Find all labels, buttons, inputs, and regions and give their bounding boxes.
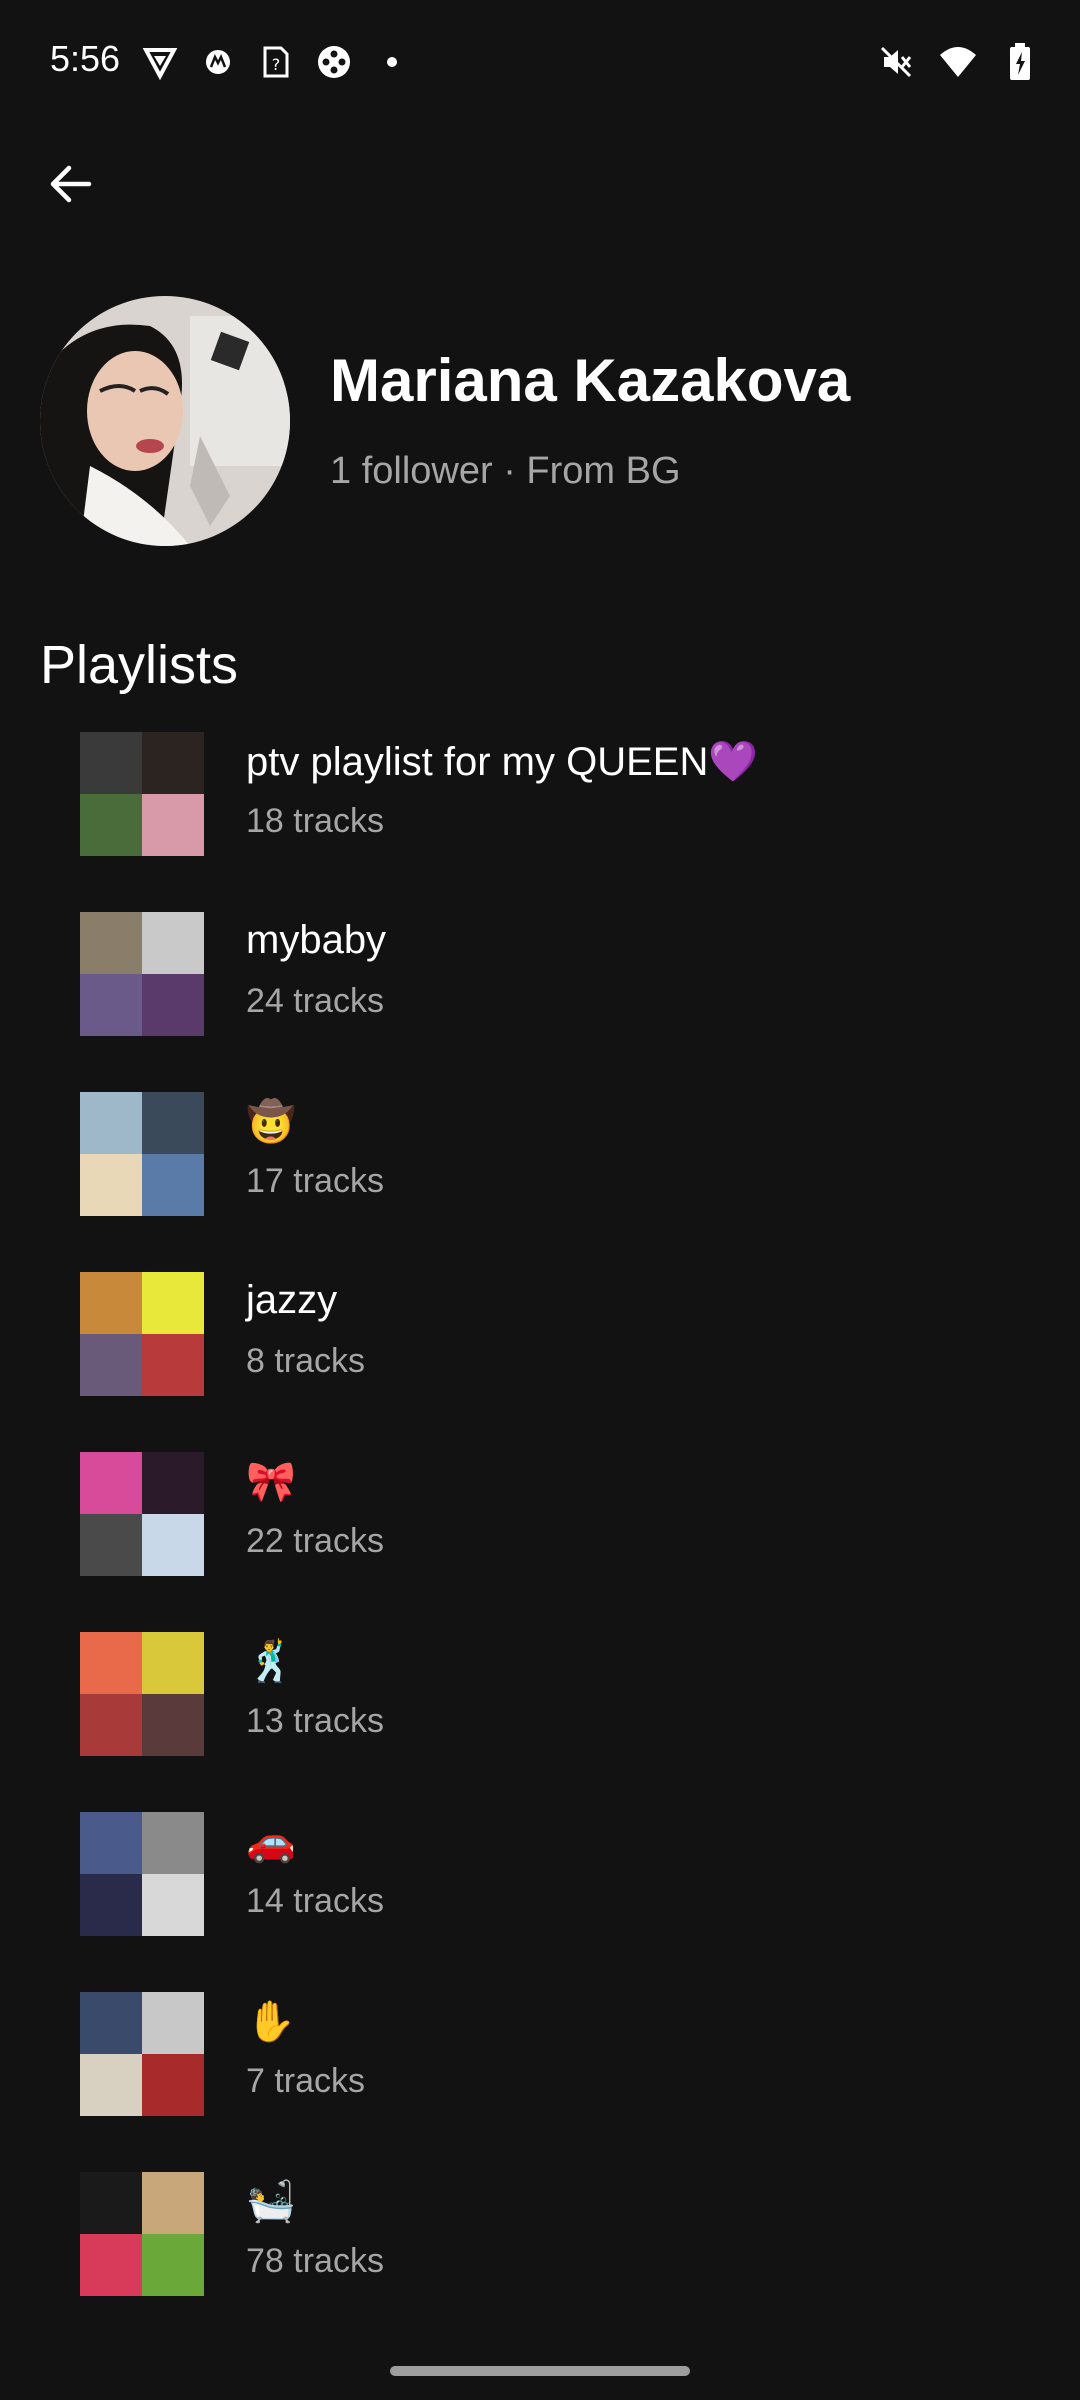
cover-tile (142, 974, 204, 1036)
cover-tile (80, 1812, 142, 1874)
cover-tile (80, 1874, 142, 1936)
playlist-item[interactable]: 🚗 14 tracks (0, 1810, 1080, 1990)
cover-tile (142, 1334, 204, 1396)
playlist-name: mybaby (246, 918, 387, 962)
cover-tile (142, 1514, 204, 1576)
cover-tile (80, 1632, 142, 1694)
profile-meta[interactable]: 1 follower · From BG (330, 450, 681, 493)
back-button[interactable] (38, 152, 102, 216)
playlist-name: ptv playlist for my QUEEN💜 (246, 740, 759, 784)
status-icons-left: ? (140, 40, 412, 84)
cover-tile (142, 1154, 204, 1216)
cover-tile (80, 1092, 142, 1154)
mute-icon (876, 42, 916, 82)
cover-tile (142, 1874, 204, 1936)
playlist-track-count: 22 tracks (246, 1522, 384, 1560)
cover-tile (142, 794, 204, 856)
playlist-name: jazzy (246, 1278, 338, 1322)
cover-tile (142, 1992, 204, 2054)
playlist-track-count: 17 tracks (246, 1162, 384, 1200)
playlist-cover (80, 2172, 204, 2296)
playlist-item[interactable]: jazzy 8 tracks (0, 1270, 1080, 1450)
cover-tile (80, 794, 142, 856)
playlist-name: 🕺 (246, 1640, 296, 1684)
status-icons-right (876, 40, 1040, 84)
cover-tile (80, 2054, 142, 2116)
cover-tile (80, 1154, 142, 1216)
avatar (40, 296, 290, 546)
playlist-item[interactable]: 🛀 78 tracks (0, 2170, 1080, 2350)
motorola-icon (198, 42, 238, 82)
game-controller-icon (314, 42, 354, 82)
playlist-name: 🤠 (246, 1100, 296, 1144)
cover-tile (142, 912, 204, 974)
playlist-item[interactable]: ptv playlist for my QUEEN💜 18 tracks (0, 730, 1080, 910)
playlist-cover (80, 732, 204, 856)
back-arrow-icon (50, 165, 92, 203)
playlist-track-count: 7 tracks (246, 2062, 366, 2100)
playlist-name: 🛀 (246, 2180, 296, 2224)
cover-tile (80, 1694, 142, 1756)
cover-tile (142, 2234, 204, 2296)
playlist-cover (80, 1092, 204, 1216)
battery-charging-icon (1000, 42, 1040, 82)
cover-tile (142, 1452, 204, 1514)
cover-tile (80, 912, 142, 974)
cover-tile (80, 1334, 142, 1396)
cover-tile (142, 2054, 204, 2116)
cover-tile (80, 974, 142, 1036)
home-indicator[interactable] (390, 2366, 690, 2376)
cover-tile (142, 1632, 204, 1694)
playlist-name: 🚗 (246, 1820, 296, 1864)
sim-unknown-icon: ? (256, 42, 296, 82)
profile-name: Mariana Kazakova (330, 347, 851, 414)
playlist-name: 🎀 (246, 1460, 296, 1504)
cover-tile (80, 1514, 142, 1576)
status-bar: 5:56 ? (0, 0, 1080, 124)
playlist-track-count: 13 tracks (246, 1702, 384, 1740)
dot-icon (372, 42, 412, 82)
playlist-cover (80, 1992, 204, 2116)
playlist-cover (80, 1272, 204, 1396)
svg-text:?: ? (272, 55, 281, 74)
playlist-cover (80, 1812, 204, 1936)
cover-tile (142, 732, 204, 794)
cover-tile (80, 2234, 142, 2296)
cover-tile (142, 1694, 204, 1756)
playlist-item[interactable]: 🎀 22 tracks (0, 1450, 1080, 1630)
playlist-track-count: 14 tracks (246, 1882, 384, 1920)
cover-tile (80, 1452, 142, 1514)
playlist-item[interactable]: ✋ 7 tracks (0, 1990, 1080, 2170)
vpn-shield-icon (140, 42, 180, 82)
cover-tile (142, 1272, 204, 1334)
status-time: 5:56 (50, 38, 121, 79)
cover-tile (80, 1272, 142, 1334)
wifi-icon (938, 42, 978, 82)
playlist-track-count: 8 tracks (246, 1342, 366, 1380)
cover-tile (142, 1092, 204, 1154)
playlist-track-count: 24 tracks (246, 982, 384, 1020)
playlist-cover (80, 1632, 204, 1756)
playlist-track-count: 18 tracks (246, 802, 384, 840)
playlist-item[interactable]: mybaby 24 tracks (0, 910, 1080, 1090)
playlist-item[interactable]: 🤠 17 tracks (0, 1090, 1080, 1270)
playlist-track-count: 78 tracks (246, 2242, 384, 2280)
cover-tile (80, 732, 142, 794)
playlist-cover (80, 912, 204, 1036)
playlist-item[interactable]: 🕺 13 tracks (0, 1630, 1080, 1810)
cover-tile (142, 1812, 204, 1874)
playlists-heading: Playlists (40, 635, 239, 695)
playlist-cover (80, 1452, 204, 1576)
cover-tile (80, 2172, 142, 2234)
cover-tile (142, 2172, 204, 2234)
cover-tile (80, 1992, 142, 2054)
playlist-name: ✋ (246, 2000, 296, 2044)
